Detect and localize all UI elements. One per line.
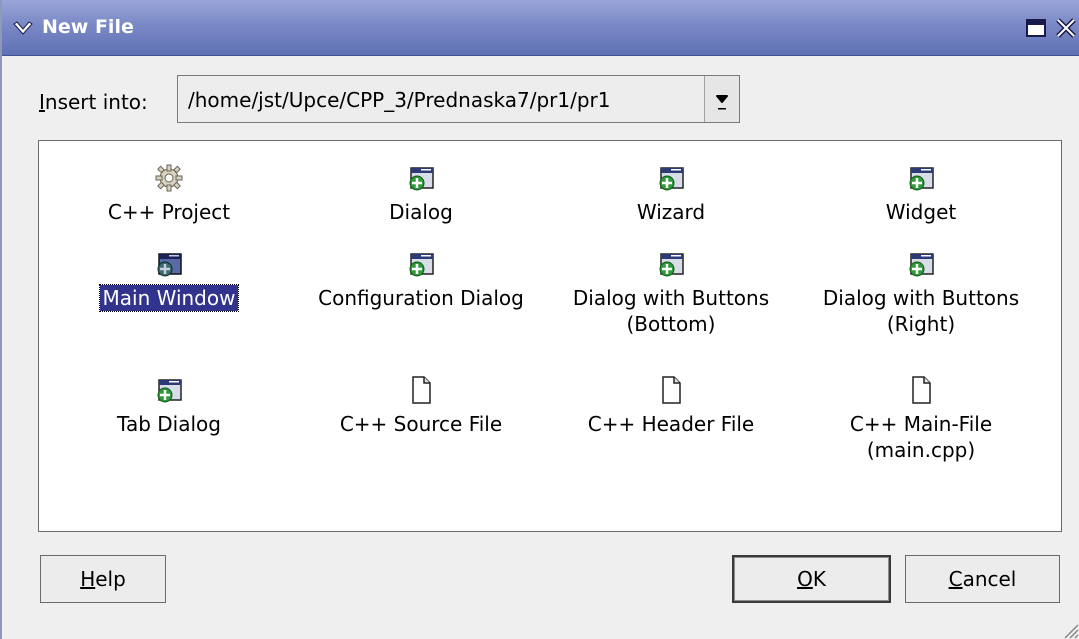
item-tab-dialog[interactable]: Tab Dialog: [39, 375, 299, 437]
item-dialog-buttons-right[interactable]: Dialog with Buttons (Right): [791, 249, 1051, 337]
combobox-dropdown-button[interactable]: [704, 76, 739, 122]
help-button[interactable]: Help: [40, 555, 166, 603]
item-cpp-project[interactable]: C++ Project: [39, 163, 299, 225]
document-icon: [912, 376, 931, 404]
item-label: C++ Header File: [587, 412, 755, 436]
window-add-icon: [909, 167, 934, 191]
item-label: Dialog with Buttons (Right): [822, 286, 1020, 336]
item-label: Dialog: [389, 200, 453, 224]
item-cpp-main-file[interactable]: C++ Main-File (main.cpp): [791, 375, 1051, 463]
window-add-icon: [157, 379, 182, 403]
chevron-down-icon: [716, 95, 728, 110]
item-main-window[interactable]: Main Window: [39, 249, 299, 312]
cancel-button[interactable]: Cancel: [905, 555, 1060, 603]
item-label: Tab Dialog: [117, 412, 221, 436]
help-button-label: Help: [80, 567, 126, 591]
window-add-icon: [409, 167, 434, 191]
window-add-icon: [409, 253, 434, 277]
item-label: C++ Main-File (main.cpp): [849, 412, 993, 462]
document-icon: [662, 376, 681, 404]
item-label: Dialog with Buttons (Bottom): [572, 286, 770, 336]
new-file-dialog: New File Insert into: /home/jst/Upce/CPP…: [0, 0, 1079, 639]
window-add-icon: [659, 253, 684, 277]
item-dialog-buttons-bottom[interactable]: Dialog with Buttons (Bottom): [541, 249, 801, 337]
item-label: Wizard: [636, 200, 706, 224]
insert-into-label: Insert into:: [39, 90, 148, 114]
item-label: Widget: [885, 200, 957, 224]
item-cpp-source-file[interactable]: C++ Source File: [291, 375, 551, 437]
item-label: Configuration Dialog: [318, 286, 524, 310]
gear-icon: [155, 164, 183, 192]
item-label: C++ Project: [107, 200, 231, 224]
document-icon: [412, 376, 431, 404]
cancel-button-label: Cancel: [948, 567, 1017, 591]
insert-into-path: /home/jst/Upce/CPP_3/Prednaska7/pr1/pr1: [188, 88, 611, 112]
insert-into-combobox[interactable]: /home/jst/Upce/CPP_3/Prednaska7/pr1/pr1: [177, 75, 740, 123]
item-widget[interactable]: Widget: [791, 163, 1051, 225]
ok-button-label: OK: [797, 567, 826, 591]
window-add-icon: [659, 167, 684, 191]
window-add-icon: [157, 253, 182, 277]
ok-button[interactable]: OK: [732, 555, 891, 603]
maximize-icon[interactable]: [1024, 16, 1048, 40]
window-menu-chevron-icon[interactable]: [12, 18, 34, 40]
item-label: C++ Source File: [339, 412, 503, 436]
title-bar[interactable]: New File: [2, 0, 1079, 56]
item-label: Main Window: [98, 284, 240, 312]
window-title: New File: [42, 16, 134, 38]
resize-grip-icon[interactable]: [1059, 619, 1079, 639]
item-cpp-header-file[interactable]: C++ Header File: [541, 375, 801, 437]
item-wizard[interactable]: Wizard: [541, 163, 801, 225]
item-dialog[interactable]: Dialog: [291, 163, 551, 225]
file-type-panel: C++ Project Dialog Wizard Widget Main Wi…: [38, 140, 1062, 532]
item-configuration-dialog[interactable]: Configuration Dialog: [291, 249, 551, 311]
window-add-icon: [909, 253, 934, 277]
close-icon[interactable]: [1054, 16, 1078, 40]
